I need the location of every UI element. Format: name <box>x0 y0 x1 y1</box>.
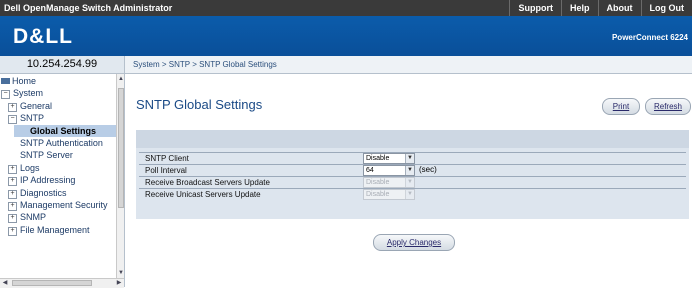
panel-header <box>136 130 689 148</box>
home-icon <box>1 78 10 84</box>
top-menu-bar: Dell OpenManage Switch Administrator Sup… <box>0 0 692 16</box>
refresh-button[interactable]: Refresh <box>645 98 691 115</box>
app-title: Dell OpenManage Switch Administrator <box>4 3 172 13</box>
device-ip: 10.254.254.99 <box>0 56 125 74</box>
logout-link[interactable]: Log Out <box>641 0 692 16</box>
setting-select[interactable]: 64 ▼ <box>363 165 415 176</box>
tree-item-label: Global Settings <box>30 126 96 136</box>
tree-item-label: General <box>20 101 52 111</box>
breadcrumb-bar: System > SNTP > SNTP Global Settings <box>125 56 692 74</box>
tree-item[interactable]: SNTP Authentication <box>20 137 103 149</box>
tree-item[interactable]: −System <box>1 87 43 99</box>
chevron-down-icon: ▼ <box>405 190 414 199</box>
banner: D&LL PowerConnect 6224 <box>0 16 692 56</box>
top-links: Support Help About Log Out <box>509 0 692 16</box>
tree-item-label: File Management <box>20 225 90 235</box>
settings-row: Receive Broadcast Servers Update Disable ▼ <box>139 176 686 188</box>
dell-logo: D&LL <box>13 25 73 49</box>
support-link[interactable]: Support <box>509 0 561 16</box>
expand-icon[interactable]: + <box>8 202 17 211</box>
select-value: Disable <box>366 155 389 162</box>
expand-icon[interactable]: + <box>8 177 17 186</box>
select-value: Disable <box>366 179 389 186</box>
tree-item[interactable]: +General <box>8 100 52 112</box>
chevron-down-icon[interactable]: ▼ <box>405 166 414 175</box>
settings-row: SNTP Client Disable ▼ <box>139 152 686 164</box>
setting-select[interactable]: Disable ▼ <box>363 153 415 164</box>
tree-item-label: SNTP <box>20 113 44 123</box>
tree-item-label: System <box>13 88 43 98</box>
breadcrumb: System > SNTP > SNTP Global Settings <box>133 60 277 69</box>
tree-item[interactable]: +Logs <box>8 162 40 174</box>
tree-item-label: Logs <box>20 163 40 173</box>
expand-icon[interactable]: + <box>8 103 17 112</box>
setting-select: Disable ▼ <box>363 177 415 188</box>
expand-icon[interactable]: + <box>8 227 17 236</box>
tree-item[interactable]: Global Settings <box>14 125 116 137</box>
settings-row: Poll Interval 64 ▼ (sec) <box>139 164 686 176</box>
chevron-down-icon[interactable]: ▼ <box>405 154 414 163</box>
tree-item-label: Diagnostics <box>20 188 67 198</box>
navigation-tree: Home−System+General−SNTPGlobal SettingsS… <box>0 74 116 278</box>
frame-divider <box>124 74 125 287</box>
tree-item-label: SNMP <box>20 212 46 222</box>
settings-panel: SNTP Client Disable ▼ Poll Interval 64 ▼ (sec)… <box>136 130 689 219</box>
collapse-icon[interactable]: − <box>8 115 17 124</box>
setting-label: Poll Interval <box>145 165 187 176</box>
tree-item-label: Home <box>12 76 36 86</box>
select-value: Disable <box>366 191 389 198</box>
hscroll-thumb[interactable] <box>12 280 92 286</box>
tree-item[interactable]: +Diagnostics <box>8 187 67 199</box>
collapse-icon[interactable]: − <box>1 90 10 99</box>
setting-select: Disable ▼ <box>363 189 415 200</box>
tree-item-label: SNTP Server <box>20 150 73 160</box>
expand-icon[interactable]: + <box>8 190 17 199</box>
page-title: SNTP Global Settings <box>136 97 262 112</box>
tree-item[interactable]: +IP Addressing <box>8 174 75 186</box>
tree-item-label: SNTP Authentication <box>20 138 103 148</box>
select-value: 64 <box>366 167 374 174</box>
settings-row: Receive Unicast Servers Update Disable ▼ <box>139 188 686 200</box>
setting-label: SNTP Client <box>145 153 189 164</box>
about-link[interactable]: About <box>598 0 641 16</box>
tree-item[interactable]: +File Management <box>8 224 90 236</box>
apply-changes-button[interactable]: Apply Changes <box>373 234 455 251</box>
tree-item[interactable]: Home <box>1 75 36 87</box>
setting-label: Receive Broadcast Servers Update <box>145 177 270 188</box>
setting-label: Receive Unicast Servers Update <box>145 189 261 200</box>
expand-icon[interactable]: + <box>8 165 17 174</box>
tree-item[interactable]: −SNTP <box>8 112 44 124</box>
unit-label: (sec) <box>419 165 437 175</box>
tree-item-label: IP Addressing <box>20 175 75 185</box>
tree-item[interactable]: +Management Security <box>8 199 108 211</box>
tree-item[interactable]: +SNMP <box>8 211 46 223</box>
print-button[interactable]: Print <box>602 98 640 115</box>
expand-icon[interactable]: + <box>8 214 17 223</box>
tree-item[interactable]: SNTP Server <box>20 149 73 161</box>
model-name: PowerConnect 6224 <box>612 33 688 42</box>
chevron-down-icon: ▼ <box>405 178 414 187</box>
tree-item-label: Management Security <box>20 200 108 210</box>
help-link[interactable]: Help <box>561 0 598 16</box>
